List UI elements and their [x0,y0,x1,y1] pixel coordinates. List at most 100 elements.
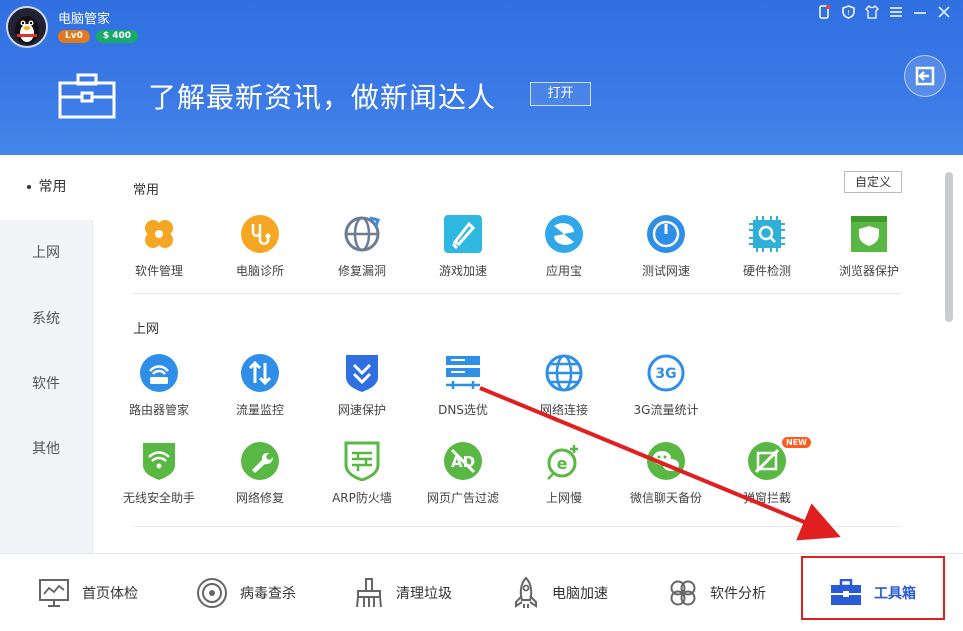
svg-text:!: ! [847,9,850,17]
tool-label: 浏览器保护 [838,264,899,278]
speed-gauge-icon [647,215,685,253]
rocket-icon [444,215,482,253]
tool-speed-test[interactable]: 测试网速 [616,214,716,279]
section-divider [133,293,901,294]
new-badge: NEW [782,437,811,448]
tool-app-store[interactable]: 应用宝 [514,214,614,279]
sidebar-item-internet[interactable]: 上网 [0,221,92,286]
nav-clean-junk[interactable]: 清理垃圾 [354,554,452,631]
sidebar-item-common[interactable]: 常用 [0,155,93,220]
money-badge[interactable]: $ 400 [95,30,139,43]
tool-popup-block[interactable]: 弹窗拦截 [717,441,817,506]
ie-slow-icon: e [547,445,578,480]
tool-label: 电脑诊所 [235,264,284,278]
tool-hardware-check[interactable]: 硬件检测 [717,214,817,279]
rocket-icon [515,576,537,608]
tool-network-repair[interactable]: 网络修复 [210,441,310,506]
tool-arp-firewall[interactable]: ARP防火墙 [312,441,412,506]
appbao-icon [545,215,583,253]
clover-icon [670,580,696,605]
sidebar-item-system[interactable]: 系统 [0,287,92,352]
sidebar-item-label: 上网 [32,245,60,261]
chip-icon [749,216,785,252]
tool-label: 无线安全助手 [122,491,195,505]
tool-dns-optimize[interactable]: DNS选优 [413,353,513,418]
wechat-icon [647,442,685,480]
tool-label: 应用宝 [545,264,582,278]
tool-speed-protect[interactable]: 网速保护 [312,353,412,418]
wrench-icon [241,442,279,480]
content-scrollbar[interactable] [945,172,953,322]
shield-chevron-icon [346,355,378,392]
sidebar-item-label: 常用 [38,179,67,195]
svg-text:3G: 3G [655,366,676,382]
shirt-icon[interactable] [865,5,879,19]
penguin-icon [15,16,39,44]
broom-icon [356,577,382,607]
tool-pc-clinic[interactable]: 电脑诊所 [210,214,310,279]
avatar[interactable] [6,6,48,48]
tool-label: 网络连接 [539,403,588,417]
exit-icon [915,66,935,86]
svg-text:e: e [557,454,568,473]
title-banner: 电脑管家 Lv0 $ 400 ! 了解最新资讯，做新闻达人 打开 [0,0,963,155]
category-sidebar: 常用 上网 系统 软件 其他 [0,155,93,553]
toolbox-highlight-box [801,556,945,620]
customize-button[interactable]: 自定义 [844,171,902,193]
tool-label: DNS选优 [438,403,488,417]
server-icon [446,356,480,389]
tool-fix-vulnerability[interactable]: 修复漏洞 [312,214,412,279]
nav-virus-scan[interactable]: 病毒查杀 [196,554,296,631]
router-icon [140,354,178,392]
tool-game-boost[interactable]: 游戏加速 [413,214,513,279]
tool-label: 网页广告过滤 [426,491,499,505]
globe-icon [545,354,583,392]
tool-label: 路由器管家 [128,403,189,417]
tool-label: ARP防火墙 [332,491,392,505]
tool-traffic-monitor[interactable]: 流量监控 [210,353,310,418]
toolbox-banner-icon [58,73,116,119]
tool-label: 网速保护 [337,403,386,417]
tool-label: 3G流量统计 [633,403,699,417]
exit-toolbox-button[interactable] [904,55,946,97]
section-title-internet: 上网 [133,322,160,337]
sidebar-item-software[interactable]: 软件 [0,352,92,417]
menu-icon[interactable] [889,5,903,19]
level-badge[interactable]: Lv0 [58,30,90,43]
tool-wifi-security[interactable]: 无线安全助手 [109,441,209,506]
tool-slow-internet[interactable]: e 上网慢 [514,441,614,506]
popup-block-icon [748,442,786,480]
tool-wechat-backup[interactable]: 微信聊天备份 [616,441,716,506]
tool-software-manager[interactable]: 软件管理 [109,214,209,279]
monitor-chart-icon [39,578,69,607]
tool-network-connect[interactable]: 网络连接 [514,353,614,418]
nav-pc-boost[interactable]: 电脑加速 [512,554,608,631]
shield-icon[interactable]: ! [841,5,855,19]
tool-router-manager[interactable]: 路由器管家 [109,353,209,418]
ad-block-icon: AD [444,442,482,480]
tool-label: 测试网速 [641,264,690,278]
banner-open-button[interactable]: 打开 [530,82,591,106]
sidebar-item-other[interactable]: 其他 [0,417,92,482]
nav-home-check[interactable]: 首页体检 [38,554,138,631]
app-title: 电脑管家 [58,12,111,27]
tool-ad-filter[interactable]: AD 网页广告过滤 [413,441,513,506]
phone-icon[interactable] [817,5,831,19]
close-icon[interactable] [937,5,951,19]
sidebar-item-label: 系统 [32,311,60,327]
sidebar-item-label: 软件 [32,376,60,392]
section-divider [133,526,901,527]
wifi-shield-icon [143,443,175,480]
nav-software-analysis[interactable]: 软件分析 [668,554,766,631]
sidebar-item-label: 其他 [32,441,60,457]
stethoscope-icon [241,215,279,253]
3g-icon: 3G [647,354,685,392]
active-dot-icon [26,185,31,189]
tool-browser-protect[interactable]: 浏览器保护 [819,214,919,279]
target-icon [197,577,227,608]
minimize-icon[interactable] [913,5,927,19]
tool-3g-traffic[interactable]: 3G 3G流量统计 [616,353,716,418]
nav-label: 清理垃圾 [396,585,452,602]
nav-label: 软件分析 [710,585,766,602]
section-title-common: 常用 [133,183,160,198]
